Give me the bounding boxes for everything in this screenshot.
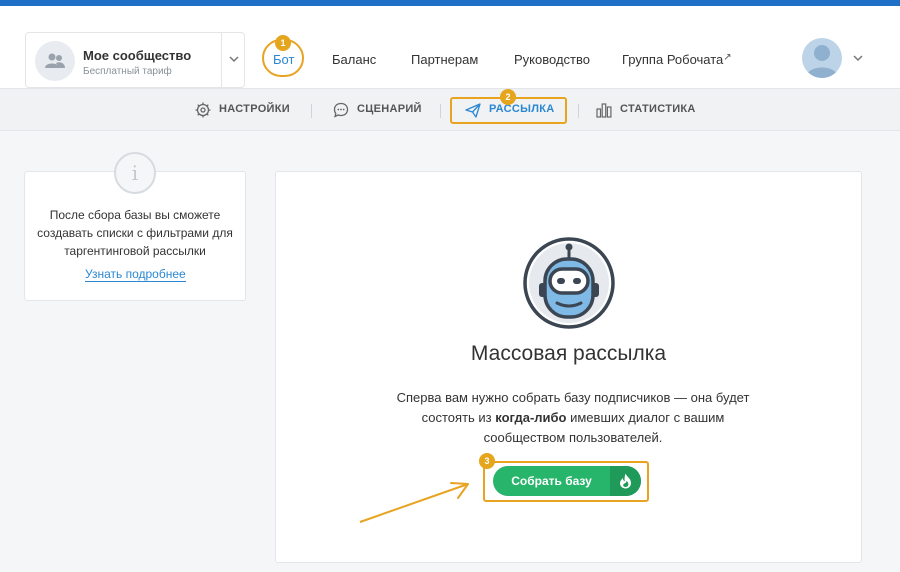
nav-item-balance[interactable]: Баланс	[332, 52, 376, 67]
button-icon-segment	[610, 466, 641, 496]
tab-scenario[interactable]: СЦЕНАРИЙ	[357, 103, 422, 115]
desc-bold: когда-либо	[495, 410, 567, 425]
chevron-down-icon[interactable]	[228, 53, 240, 65]
community-plan: Бесплатный тариф	[83, 66, 172, 77]
pointer-arrow-icon	[359, 482, 469, 523]
main-description: Сперва вам нужно собрать базу подписчико…	[392, 388, 754, 448]
nav-item-partners[interactable]: Партнерам	[411, 52, 478, 67]
info-text: После сбора базы вы сможете создавать сп…	[37, 208, 233, 258]
step-badge-2: 2	[500, 89, 516, 105]
robot-icon	[523, 237, 615, 329]
bar-chart-icon	[596, 103, 612, 118]
community-selector[interactable]: Мое сообщество Бесплатный тариф	[25, 32, 245, 88]
user-avatar[interactable]	[802, 38, 842, 78]
info-glyph: i	[131, 161, 139, 185]
flame-icon	[620, 473, 631, 489]
separator	[311, 104, 312, 118]
tab-statistics[interactable]: СТАТИСТИКА	[620, 103, 696, 115]
collect-base-label: Собрать базу	[511, 474, 592, 488]
step-badge-1: 1	[275, 35, 291, 51]
collect-base-button[interactable]: Собрать базу	[493, 466, 641, 496]
user-menu-chevron-icon[interactable]	[852, 52, 864, 64]
sub-navigation: НАСТРОЙКИ СЦЕНАРИЙ РАССЫЛКА СТАТИСТИКА	[0, 88, 900, 131]
nav-item-bot[interactable]: Бот	[273, 52, 294, 67]
header: Мое сообщество Бесплатный тариф	[0, 6, 900, 88]
learn-more-link[interactable]: Узнать подробнее	[85, 267, 186, 282]
separator	[440, 104, 441, 118]
divider	[221, 33, 222, 87]
user-silhouette-icon	[806, 45, 838, 78]
nav-item-guide[interactable]: Руководство	[514, 52, 590, 67]
tab-mailing[interactable]: РАССЫЛКА	[489, 103, 554, 115]
gear-icon	[195, 102, 211, 118]
separator	[578, 104, 579, 118]
main-title: Массовая рассылка	[470, 342, 667, 365]
nav-item-group-label: Группа Робочата	[622, 52, 724, 67]
info-icon: i	[114, 152, 156, 194]
paper-plane-icon	[465, 103, 481, 118]
tab-settings[interactable]: НАСТРОЙКИ	[219, 103, 290, 115]
nav-item-group[interactable]: Группа Робочата↗	[622, 52, 732, 67]
chat-icon	[333, 102, 349, 118]
external-link-icon: ↗	[723, 52, 732, 63]
community-name: Мое сообщество	[83, 48, 192, 63]
group-icon	[45, 53, 65, 68]
community-avatar	[35, 41, 75, 81]
